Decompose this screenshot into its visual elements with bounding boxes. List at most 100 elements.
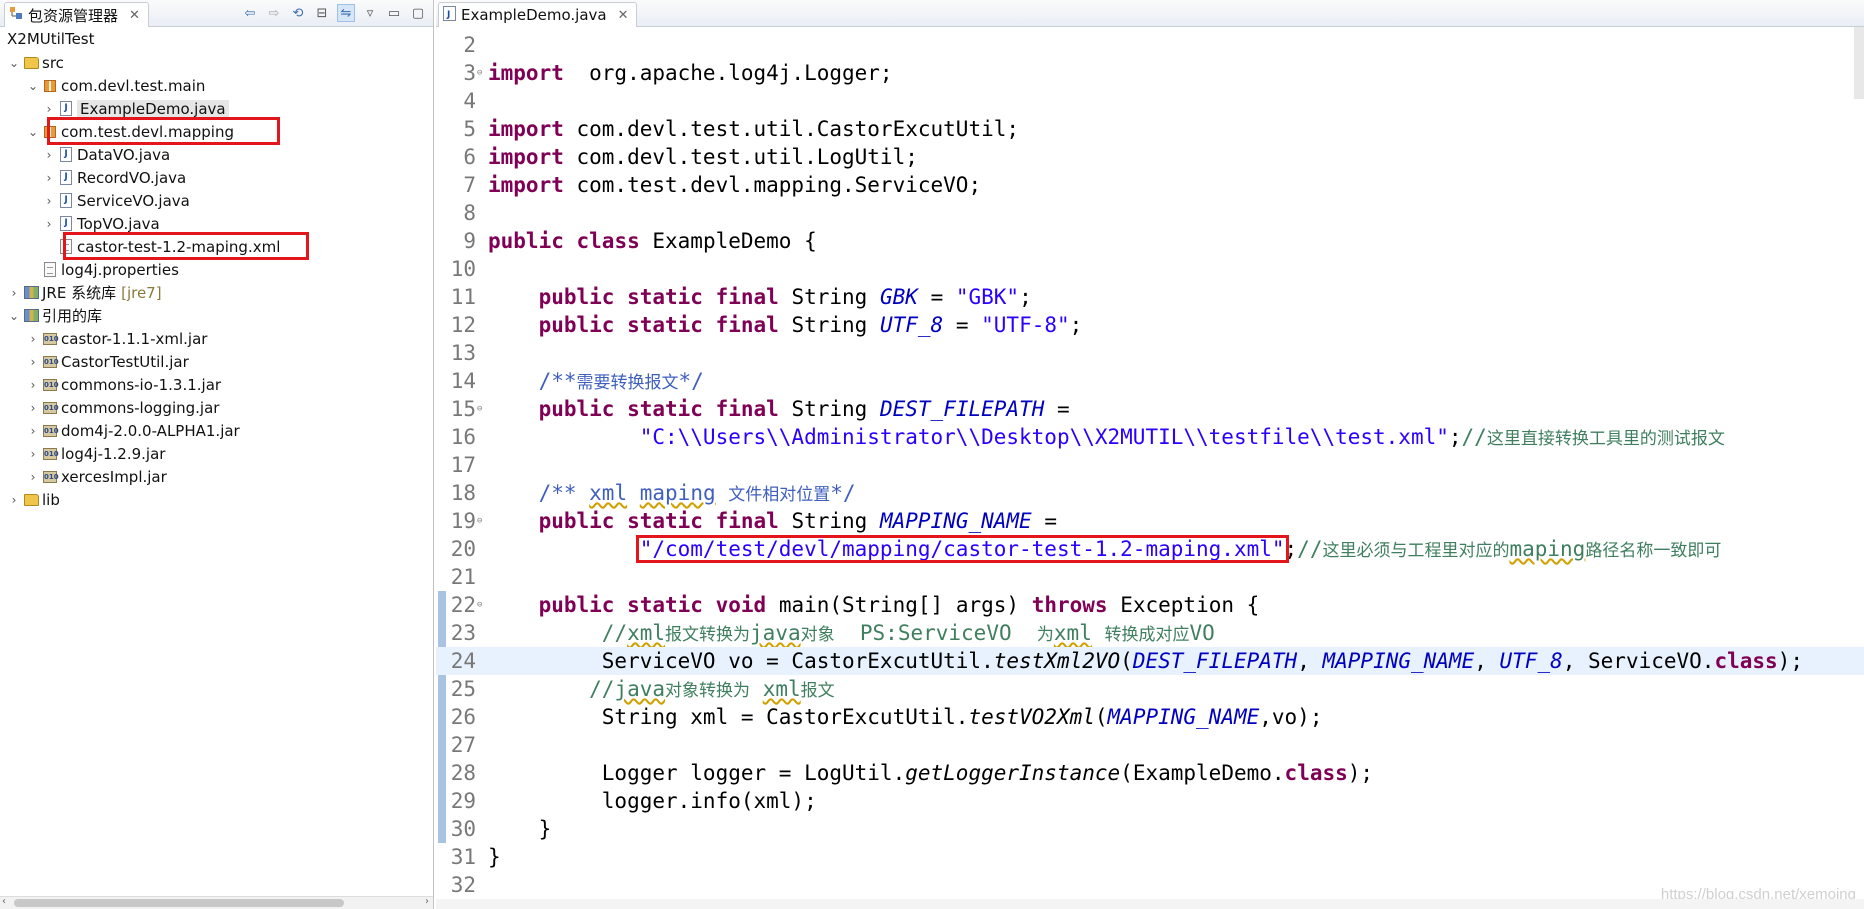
tree-item[interactable]: › J ExampleDemo.java [43, 97, 229, 120]
tree-item[interactable]: ⌄ com.test.devl.mapping [27, 120, 234, 143]
collapsed-arrow-icon[interactable]: › [43, 148, 55, 162]
collapsed-arrow-icon[interactable]: › [43, 171, 55, 185]
tree-item[interactable]: ⌄ 引用的库 [8, 304, 102, 327]
collapsed-arrow-icon[interactable]: › [8, 493, 20, 507]
collapsed-arrow-icon[interactable]: › [27, 355, 39, 369]
scroll-right-icon[interactable]: › [425, 896, 429, 907]
maximize-icon[interactable]: ▢ [409, 4, 427, 22]
close-icon[interactable]: ✕ [129, 8, 140, 23]
tree-item[interactable]: › J DataVO.java [43, 143, 171, 166]
code-line[interactable]: 25 //java对象转换为 xml报文 [436, 675, 1864, 703]
expanded-arrow-icon[interactable]: ⌄ [8, 56, 20, 70]
horizontal-scrollbar[interactable]: ‹ › [0, 896, 433, 909]
link-editor-icon[interactable]: ⇋ [337, 4, 355, 22]
collapsed-arrow-icon[interactable]: › [43, 102, 55, 116]
collapsed-arrow-icon[interactable]: › [27, 332, 39, 346]
fold-icon[interactable]: ⊖ [477, 59, 482, 87]
code-token: void [715, 593, 767, 617]
collapsed-arrow-icon[interactable]: › [27, 470, 39, 484]
code-line[interactable]: 11 public static final String GBK = "GBK… [436, 283, 1864, 311]
code-line[interactable]: 21 [436, 563, 1864, 591]
scrollbar-thumb[interactable] [14, 899, 344, 907]
expanded-arrow-icon[interactable]: ⌄ [27, 125, 39, 139]
code-line[interactable]: 8 [436, 199, 1864, 227]
code-line[interactable]: 18 /** xml maping 文件相对位置*/ [436, 479, 1864, 507]
collapsed-arrow-icon[interactable]: › [43, 217, 55, 231]
collapsed-arrow-icon[interactable]: › [27, 447, 39, 461]
code-line[interactable]: 14 /**需要转换报文*/ [436, 367, 1864, 395]
code-line[interactable]: 24 ServiceVO vo = CastorExcutUtil.testXm… [436, 647, 1864, 675]
collapsed-arrow-icon[interactable]: › [27, 401, 39, 415]
code-line[interactable]: 26 String xml = CastorExcutUtil.testVO2X… [436, 703, 1864, 731]
code-line[interactable]: 3 ⊖ import org.apache.log4j.Logger; [436, 59, 1864, 87]
tree-item[interactable]: › 010 CastorTestUtil.jar [27, 350, 189, 373]
code-line[interactable]: 13 [436, 339, 1864, 367]
code-line[interactable]: 19 ⊖ public static final String MAPPING_N… [436, 507, 1864, 535]
code-line[interactable]: 31} [436, 843, 1864, 871]
tree-item[interactable]: › 010 log4j-1.2.9.jar [27, 442, 166, 465]
tree-item[interactable]: › J ServiceVO.java [43, 189, 190, 212]
scroll-left-icon[interactable]: ‹ [2, 896, 6, 907]
code-line[interactable]: 17 [436, 451, 1864, 479]
code-line[interactable]: 23 //xml报文转换为java对象 PS:ServiceVO 为xml 转换… [436, 619, 1864, 647]
expanded-arrow-icon[interactable]: ⌄ [27, 79, 39, 93]
tree-item[interactable]: › JRE 系统库 [jre7] [8, 281, 162, 304]
expanded-arrow-icon[interactable]: ⌄ [8, 309, 20, 323]
tree-item[interactable]: castor-test-1.2-maping.xml [43, 235, 280, 258]
collapsed-arrow-icon[interactable]: › [8, 286, 20, 300]
collapse-all-icon[interactable]: ⊟ [313, 4, 331, 22]
code-line[interactable]: 30 } [436, 815, 1864, 843]
code-token: MAPPING_NAME [1107, 705, 1260, 729]
code-line[interactable]: 4 [436, 87, 1864, 115]
code-line[interactable]: 29 logger.info(xml); [436, 787, 1864, 815]
tree-item[interactable]: › J TopVO.java [43, 212, 160, 235]
tree-item[interactable]: › J RecordVO.java [43, 166, 187, 189]
tree-item[interactable]: › 010 commons-logging.jar [27, 396, 220, 419]
package-icon [42, 78, 58, 94]
code-line[interactable]: 12 public static final String UTF_8 = "U… [436, 311, 1864, 339]
code-line[interactable]: 2 [436, 31, 1864, 59]
close-icon[interactable]: ✕ [618, 8, 629, 23]
forward-icon[interactable]: ⇨ [265, 4, 283, 22]
code-line[interactable]: 22 ⊖ public static void main(String[] arg… [436, 591, 1864, 619]
collapsed-arrow-icon[interactable]: › [27, 378, 39, 392]
code-token: 对象转换为 [665, 681, 751, 701]
minimize-icon[interactable]: ▭ [385, 4, 403, 22]
code-line[interactable]: 20 "/com/test/devl/mapping/castor-test-1… [436, 535, 1864, 563]
package-explorer-tabbar: 包资源管理器 ✕ ⇦ ⇨ ⟲ ⊟ ⇋ ▿ ▭ ▢ [0, 0, 433, 27]
code-line[interactable]: 10 [436, 255, 1864, 283]
code-line[interactable]: 5 import com.devl.test.util.CastorExcutUt… [436, 115, 1864, 143]
editor-horizontal-scrollbar[interactable] [436, 899, 1864, 909]
code-line[interactable]: 7 import com.test.devl.mapping.ServiceVO; [436, 171, 1864, 199]
tree-item[interactable]: › lib [8, 488, 60, 511]
tree-item[interactable]: › 010 commons-io-1.3.1.jar [27, 373, 221, 396]
code-line[interactable]: 15 ⊖ public static final String DEST_FILE… [436, 395, 1864, 423]
code-area[interactable]: 2 3 ⊖ import org.apache.log4j.Logger; 4 5 impo… [436, 27, 1864, 909]
tree-item[interactable]: log4j.properties [27, 258, 179, 281]
view-menu-icon[interactable]: ▿ [361, 4, 379, 22]
back-icon[interactable]: ⇦ [241, 4, 259, 22]
link-icon[interactable]: ⟲ [289, 4, 307, 22]
fold-icon[interactable]: ⊖ [477, 395, 482, 423]
editor-tab-exampledemo[interactable]: J ExampleDemo.java ✕ [438, 2, 638, 27]
code-line[interactable]: 6 import com.devl.test.util.LogUtil; [436, 143, 1864, 171]
tree-item[interactable]: ⌄ com.devl.test.main [27, 74, 205, 97]
tree-item[interactable]: › 010 dom4j-2.0.0-ALPHA1.jar [27, 419, 240, 442]
fold-icon[interactable]: ⊖ [477, 591, 482, 619]
tree-item[interactable]: › 010 xercesImpl.jar [27, 465, 167, 488]
code-line[interactable]: 9 public class ExampleDemo { [436, 227, 1864, 255]
code-line[interactable]: 32 [436, 871, 1864, 899]
tree-item[interactable]: ⌄ src [8, 51, 64, 74]
package-explorer-tab[interactable]: 包资源管理器 ✕ [4, 2, 149, 27]
fold-icon[interactable]: ⊖ [477, 507, 482, 535]
collapsed-arrow-icon[interactable]: › [27, 424, 39, 438]
tree-item[interactable]: › 010 castor-1.1.1-xml.jar [27, 327, 208, 350]
code-line[interactable]: 28 Logger logger = LogUtil.getLoggerInst… [436, 759, 1864, 787]
overview-ruler[interactable] [1854, 27, 1864, 99]
collapsed-arrow-icon[interactable]: › [43, 194, 55, 208]
code-line[interactable]: 27 [436, 731, 1864, 759]
code-line[interactable]: 16 "C:\\Users\\Administrator\\Desktop\\X… [436, 423, 1864, 451]
